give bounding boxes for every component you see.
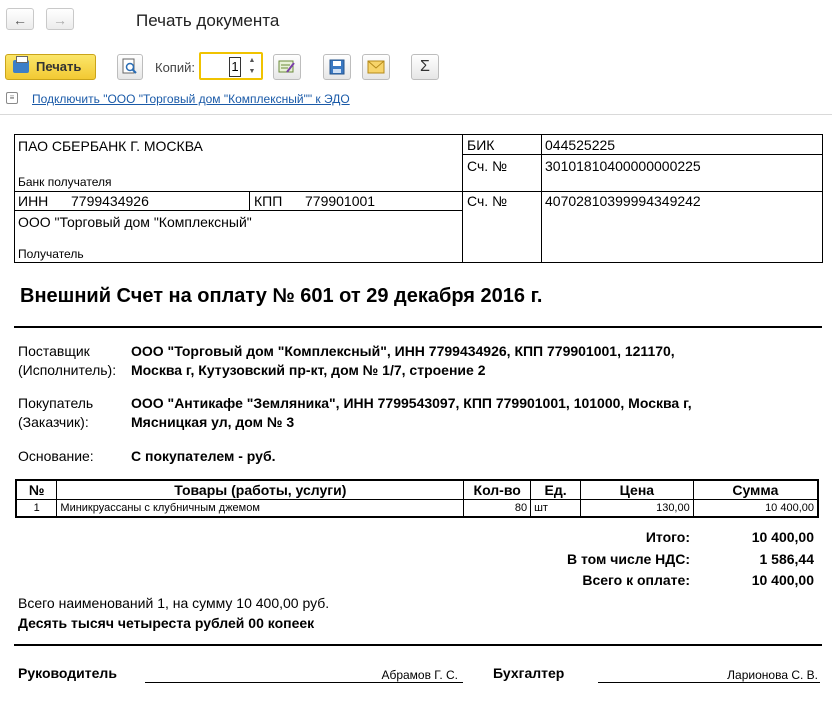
head-signature-line [145, 682, 463, 683]
copies-input[interactable]: 1 ▲ ▼ [199, 52, 263, 80]
title-divider [14, 326, 822, 328]
forward-arrow-icon: → [53, 12, 67, 28]
bank-caption: Банк получателя [18, 175, 112, 189]
supplier-label: Поставщик [18, 343, 90, 359]
kpp-value: 779901001 [305, 193, 376, 209]
due-value: 10 400,00 [751, 572, 814, 588]
bank-name: ПАО СБЕРБАНК Г. МОСКВА [18, 138, 203, 154]
invoice-title: Внешний Счет на оплату № 601 от 29 декаб… [20, 285, 543, 307]
forward-button[interactable]: → [46, 8, 74, 30]
edo-connect-link[interactable]: Подключить "ООО "Торговый дом "Комплексн… [32, 92, 350, 106]
recipient-caption: Получатель [18, 247, 84, 261]
window-title: Печать документа [136, 11, 280, 30]
summary-divider [14, 644, 822, 646]
buyer-line-1: ООО "Антикафе "Земляника", ИНН 779954309… [131, 395, 692, 411]
row-goods: Миникруассаны с клубничным джемом [56, 499, 465, 518]
head-signature-name: Абрамов Г. С. [381, 668, 458, 682]
printer-icon [13, 56, 29, 73]
inn-value: 7799434926 [71, 193, 149, 209]
sum-button[interactable]: Σ [411, 54, 439, 80]
bik-value: 044525225 [545, 137, 616, 153]
save-icon [329, 59, 345, 75]
kpp-label: КПП [254, 193, 283, 209]
vat-value: 1 586,44 [759, 551, 815, 567]
print-button[interactable]: Печать [5, 54, 96, 80]
save-button[interactable] [323, 54, 351, 80]
spin-down-icon[interactable]: ▼ [245, 66, 259, 77]
accountant-signature-line [598, 682, 820, 683]
accountant-signature-name: Ларионова С. В. [727, 668, 818, 682]
buyer-label: Покупатель [18, 395, 94, 411]
account-value: 40702810399994349242 [545, 193, 701, 209]
supplier-label-sub: (Исполнитель): [18, 362, 117, 378]
corr-account: 30101810400000000225 [545, 158, 701, 174]
header-sum: Сумма [692, 479, 819, 500]
row-qty: 80 [463, 499, 532, 518]
preview-button[interactable] [117, 54, 143, 80]
row-unit: шт [530, 499, 581, 518]
items-header-row: № Товары (работы, услуги) Кол-во Ед. Цен… [15, 479, 819, 500]
buyer-label-sub: (Заказчик): [18, 414, 89, 430]
supplier-line-1: ООО "Торговый дом "Комплексный", ИНН 779… [131, 343, 675, 359]
accountant-signature-label: Бухгалтер [493, 665, 565, 681]
email-icon [367, 60, 385, 74]
copies-label: Копий: [155, 60, 195, 75]
header-num: № [15, 479, 58, 500]
inn-label: ИНН [18, 193, 49, 209]
preview-icon [122, 58, 137, 74]
items-table: № Товары (работы, услуги) Кол-во Ед. Цен… [15, 479, 819, 518]
edit-mode-button[interactable] [273, 54, 301, 80]
total-value: 10 400,00 [751, 529, 814, 545]
header-unit: Ед. [530, 479, 581, 500]
summary-count: Всего наименований 1, на сумму 10 400,00… [18, 595, 330, 611]
supplier-line-2: Москва г, Кутузовский пр-кт, дом № 1/7, … [131, 362, 486, 378]
header-price: Цена [580, 479, 694, 500]
corr-label: Сч. № [467, 158, 508, 174]
vat-label: В том числе НДС: [566, 551, 690, 567]
header-goods: Товары (работы, услуги) [56, 479, 465, 500]
edit-icon [278, 60, 295, 73]
bik-label: БИК [467, 137, 495, 153]
header-qty: Кол-во [463, 479, 532, 500]
summary-words: Десять тысяч четыреста рублей 00 копеек [18, 615, 315, 631]
buyer-line-2: Мясницкая ул, дом № 3 [131, 414, 295, 430]
row-sum: 10 400,00 [692, 499, 819, 518]
table-row: 1 Миникруассаны с клубничным джемом 80 ш… [15, 499, 819, 518]
basis-label: Основание: [18, 448, 94, 464]
copies-value: 1 [229, 57, 241, 77]
row-num: 1 [15, 499, 58, 518]
due-label: Всего к оплате: [582, 572, 690, 588]
sum-icon: Σ [420, 58, 430, 75]
total-label: Итого: [645, 529, 690, 545]
recipient-name: ООО "Торговый дом "Комплексный" [18, 214, 252, 230]
head-signature-label: Руководитель [18, 665, 117, 681]
edo-icon: ≡ [6, 92, 18, 104]
back-arrow-icon: ← [13, 12, 27, 28]
row-price: 130,00 [580, 499, 694, 518]
print-button-label: Печать [36, 59, 82, 74]
back-button[interactable]: ← [6, 8, 34, 30]
account-label: Сч. № [467, 193, 508, 209]
email-button[interactable] [362, 54, 390, 80]
basis-value: С покупателем - руб. [131, 448, 276, 464]
spin-up-icon[interactable]: ▲ [245, 55, 259, 66]
printable-document: ПАО СБЕРБАНК Г. МОСКВА Банк получателя Б… [0, 115, 832, 718]
